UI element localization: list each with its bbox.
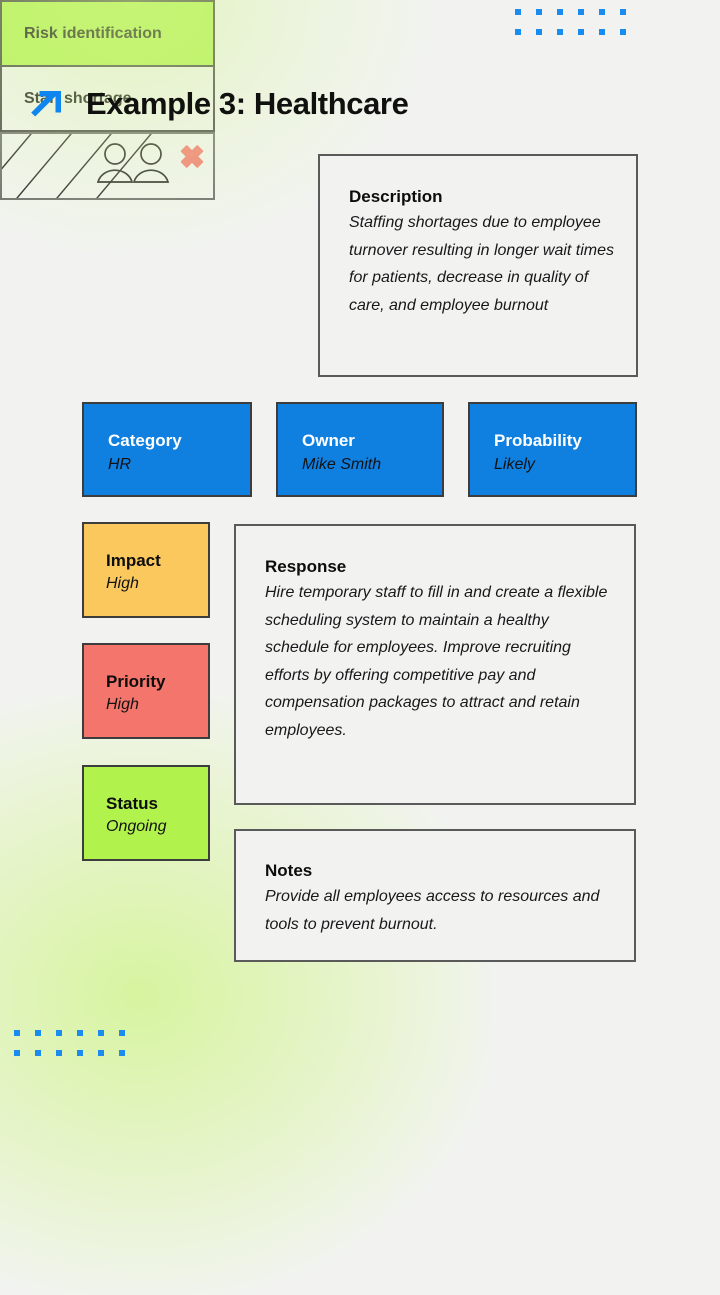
dot xyxy=(578,9,584,15)
dot xyxy=(119,1030,125,1036)
staff-shortage-illustration xyxy=(0,132,215,200)
dot xyxy=(98,1030,104,1036)
dot xyxy=(536,29,542,35)
notes-card: Notes Provide all employees access to re… xyxy=(234,829,636,962)
illustration-svg xyxy=(2,134,204,198)
dot xyxy=(14,1030,20,1036)
person-icon xyxy=(132,143,170,183)
dot xyxy=(620,9,626,15)
dot xyxy=(56,1050,62,1056)
page-header: Example 3: Healthcare xyxy=(28,80,648,128)
meta-value-owner: Mike Smith xyxy=(302,455,382,473)
dot xyxy=(98,1050,104,1056)
dot xyxy=(599,9,605,15)
notes-title: Notes xyxy=(265,861,313,880)
meta-box-owner: Owner Mike Smith xyxy=(276,402,444,497)
description-text: Staffing shortages due to employee turno… xyxy=(349,214,615,314)
dot-grid-bottom-left xyxy=(14,1030,140,1070)
description-card: Description Staffing shortages due to em… xyxy=(318,154,638,377)
notes-text: Provide all employees access to resource… xyxy=(265,888,600,933)
response-card: Response Hire temporary staff to fill in… xyxy=(234,524,636,805)
description-title: Description xyxy=(349,187,443,206)
meta-box-probability: Probability Likely xyxy=(468,402,637,497)
diagonal-hatch-lines xyxy=(2,134,152,198)
dot xyxy=(515,9,521,15)
risk-identification-header: Risk identification xyxy=(2,2,213,67)
dot xyxy=(119,1050,125,1056)
dot xyxy=(620,29,626,35)
dot xyxy=(557,29,563,35)
chip-priority: Priority High xyxy=(82,643,210,739)
dot xyxy=(578,29,584,35)
meta-value-probability: Likely xyxy=(494,455,535,473)
dot xyxy=(77,1050,83,1056)
response-text: Hire temporary staff to fill in and crea… xyxy=(265,584,608,739)
arrow-up-right-icon xyxy=(31,91,61,117)
meta-label-category: Category xyxy=(108,431,182,450)
dot xyxy=(14,1050,20,1056)
dot xyxy=(557,9,563,15)
dot xyxy=(77,1030,83,1036)
meta-value-category: HR xyxy=(108,455,132,473)
meta-box-category: Category HR xyxy=(82,402,252,497)
meta-label-probability: Probability xyxy=(494,431,582,450)
red-x-icon xyxy=(180,145,204,168)
response-title: Response xyxy=(265,557,347,576)
chip-label-priority: Priority xyxy=(106,672,166,691)
meta-label-owner: Owner xyxy=(302,431,355,450)
dot xyxy=(35,1050,41,1056)
risk-identification-label: Risk identification xyxy=(24,24,162,42)
chip-value-priority: High xyxy=(106,696,139,714)
dot xyxy=(56,1030,62,1036)
chip-impact: Impact High xyxy=(82,522,210,618)
dot xyxy=(515,29,521,35)
chip-status: Status Ongoing xyxy=(82,765,210,861)
dot xyxy=(35,1030,41,1036)
chip-value-impact: High xyxy=(106,575,139,593)
dot-grid-top-right xyxy=(515,9,641,49)
chip-label-status: Status xyxy=(106,794,158,813)
dot xyxy=(536,9,542,15)
dot xyxy=(599,29,605,35)
page-title: Example 3: Healthcare xyxy=(86,86,409,121)
chip-value-status: Ongoing xyxy=(106,818,167,836)
chip-label-impact: Impact xyxy=(106,551,161,570)
